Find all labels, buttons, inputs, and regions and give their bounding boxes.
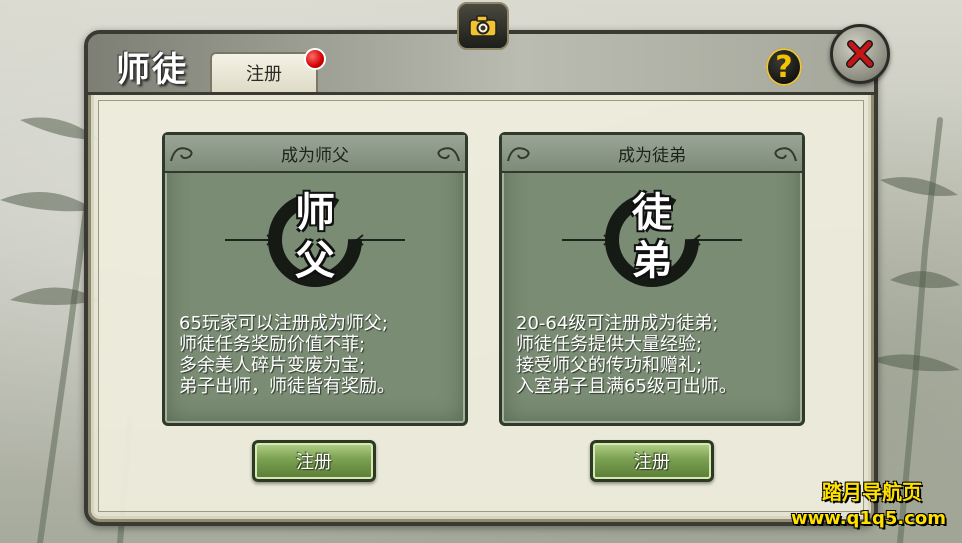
master-emblem: 师 父 <box>205 185 425 295</box>
watermark-url: www.q1q5.com <box>790 508 946 529</box>
help-button[interactable]: ? <box>766 48 802 86</box>
emblem-char-top: 徒 <box>632 189 672 236</box>
description-line: 接受师父的传功和赠礼; <box>516 355 703 376</box>
register-apprentice-button[interactable]: 注册 <box>590 440 714 482</box>
register-apprentice-label: 注册 <box>634 452 670 473</box>
card-description: 20-64级可注册成为徒弟; 师徒任务提供大量经验; 接受师父的传功和赠礼; 入… <box>516 313 792 397</box>
notification-dot <box>304 48 326 70</box>
become-master-card: 成为师父 师 父 65玩家可以注册成为师父; 师徒任务奖励价值不菲; 多余美人碎… <box>162 132 468 426</box>
description-line: 20-64级可注册成为徒弟; <box>516 313 719 334</box>
card-heading: 成为师父 <box>165 135 465 173</box>
emblem-char-top: 师 <box>295 189 335 236</box>
card-heading-text: 成为徒弟 <box>618 145 686 166</box>
description-line: 入室弟子且满65级可出师。 <box>516 376 737 397</box>
scroll-ornament-icon <box>170 147 193 162</box>
description-line: 多余美人碎片变废为宝; <box>179 355 366 376</box>
close-button[interactable] <box>830 24 890 84</box>
emblem-char-bottom: 父 <box>295 237 335 284</box>
card-heading: 成为徒弟 <box>502 135 802 173</box>
card-heading-text: 成为师父 <box>281 145 349 166</box>
description-line: 65玩家可以注册成为师父; <box>179 313 388 334</box>
help-icon: ? <box>775 49 793 85</box>
tab-register-label: 注册 <box>246 64 282 85</box>
emblem-char-bottom: 弟 <box>632 237 672 284</box>
become-apprentice-card: 成为徒弟 徒 弟 20-64级可注册成为徒弟; 师徒任务提供大量经验; 接受师父… <box>499 132 805 426</box>
watermark-title: 踏月导航页 <box>822 480 922 504</box>
apprentice-emblem: 徒 弟 <box>542 185 762 295</box>
close-icon <box>846 40 874 68</box>
tab-register[interactable]: 注册 <box>210 48 326 92</box>
scroll-ornament-icon <box>774 147 797 162</box>
register-master-label: 注册 <box>296 452 332 473</box>
scroll-ornament-icon <box>507 147 530 162</box>
panel-title: 师徒 <box>116 50 188 90</box>
register-master-button[interactable]: 注册 <box>252 440 376 482</box>
camera-icon <box>469 15 497 37</box>
card-description: 65玩家可以注册成为师父; 师徒任务奖励价值不菲; 多余美人碎片变废为宝; 弟子… <box>179 313 455 397</box>
description-line: 师徒任务提供大量经验; <box>516 334 703 355</box>
description-line: 师徒任务奖励价值不菲; <box>179 334 366 355</box>
camera-button[interactable] <box>457 2 509 50</box>
description-line: 弟子出师，师徒皆有奖励。 <box>179 376 395 397</box>
scroll-ornament-icon <box>437 147 460 162</box>
